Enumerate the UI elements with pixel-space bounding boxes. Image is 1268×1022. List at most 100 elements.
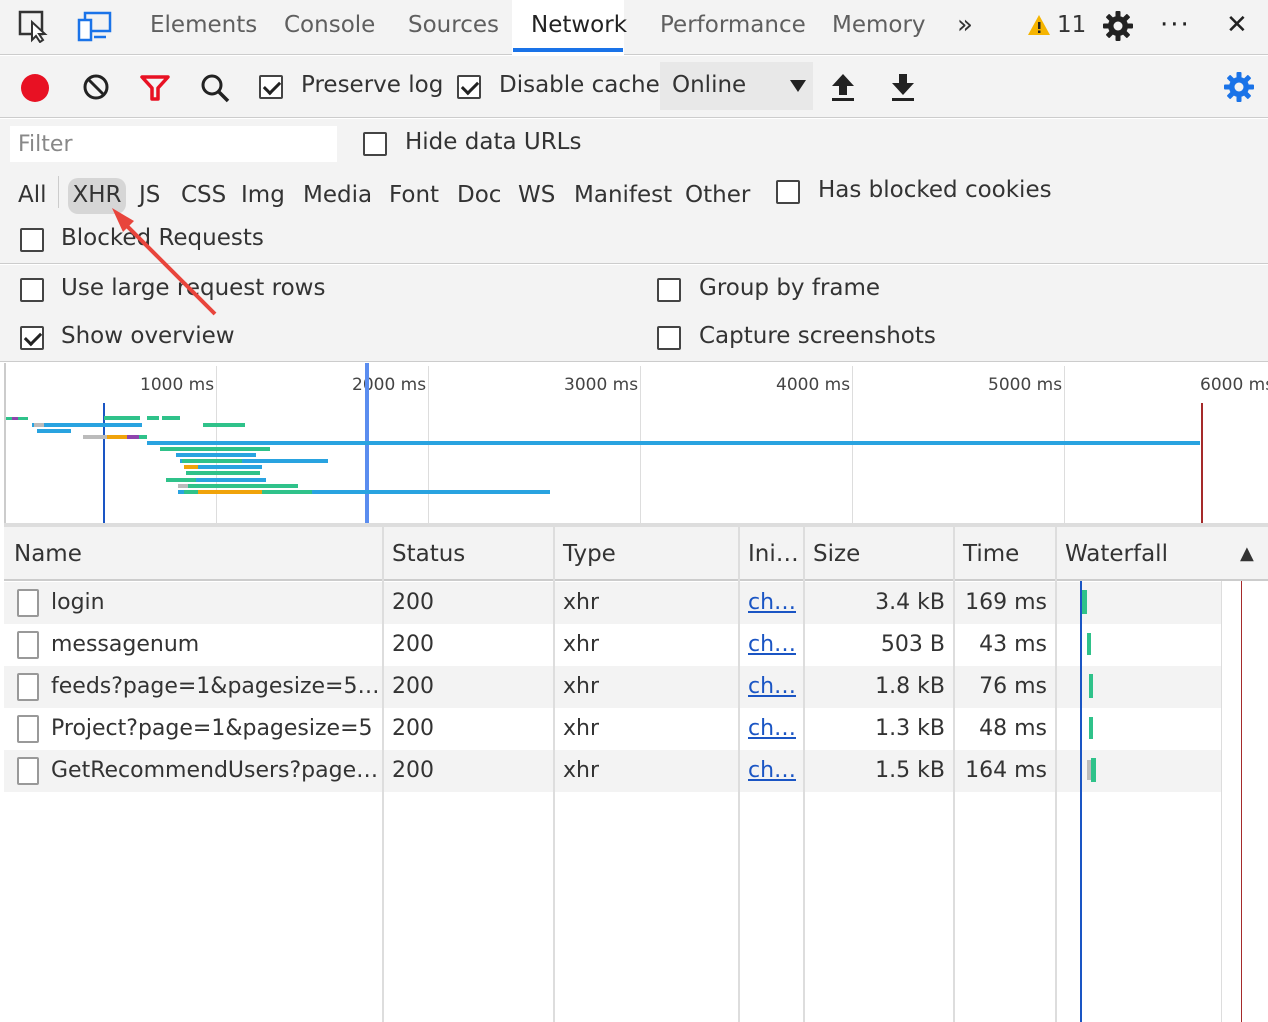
request-type: xhr xyxy=(563,716,600,741)
warning-icon xyxy=(1027,13,1051,41)
table-row[interactable]: Project?page=1&pagesize=5 200 xhr ch… 1.… xyxy=(4,708,1221,750)
request-type: xhr xyxy=(563,674,600,699)
more-tabs-button[interactable]: » xyxy=(957,0,973,54)
type-filter-ws[interactable]: WS xyxy=(518,178,555,214)
preserve-log-label: Preserve log xyxy=(301,72,444,98)
request-status: 200 xyxy=(392,590,434,615)
request-size: 1.3 kB xyxy=(875,716,945,741)
column-header-status[interactable]: Status xyxy=(392,527,465,581)
type-filter-all[interactable]: All xyxy=(18,178,47,214)
close-devtools-button[interactable]: ✕ xyxy=(1226,0,1248,54)
document-icon xyxy=(17,589,39,617)
type-filter-other[interactable]: Other xyxy=(685,178,750,214)
group-by-frame-label: Group by frame xyxy=(699,275,881,301)
table-row[interactable]: messagenum 200 xhr ch… 503 B 43 ms xyxy=(4,624,1221,666)
type-filter-img[interactable]: Img xyxy=(241,178,285,214)
tab-console[interactable]: Console xyxy=(284,0,375,54)
request-size: 503 B xyxy=(880,632,945,657)
sort-ascending-icon[interactable]: ▲ xyxy=(1240,527,1254,581)
export-har-icon[interactable] xyxy=(890,72,916,106)
request-status: 200 xyxy=(392,758,434,783)
has-blocked-cookies-label: Has blocked cookies xyxy=(818,177,1052,203)
column-header-time[interactable]: Time xyxy=(963,527,1019,581)
request-name: feeds?page=1&pagesize=5… xyxy=(51,674,380,699)
column-divider xyxy=(738,527,740,1022)
request-time: 169 ms xyxy=(965,590,1047,615)
column-header-initiator[interactable]: Ini… xyxy=(748,527,799,581)
request-initiator[interactable]: ch… xyxy=(748,624,796,666)
preserve-log-checkbox[interactable] xyxy=(259,75,283,99)
blocked-requests-label: Blocked Requests xyxy=(61,225,264,251)
request-initiator[interactable]: ch… xyxy=(748,750,796,792)
device-toolbar-icon[interactable] xyxy=(76,8,112,44)
waterfall-bar xyxy=(1089,674,1093,698)
tab-elements[interactable]: Elements xyxy=(150,0,257,54)
tab-network[interactable]: Network xyxy=(531,0,627,54)
request-status: 200 xyxy=(392,716,434,741)
network-settings-gear-icon[interactable] xyxy=(1223,71,1255,107)
dom-content-loaded-marker xyxy=(1080,581,1082,1022)
request-name: Project?page=1&pagesize=5 xyxy=(51,716,373,741)
column-header-waterfall[interactable]: Waterfall xyxy=(1065,527,1168,581)
inspect-element-icon[interactable] xyxy=(16,8,52,44)
waterfall-bar xyxy=(1089,717,1093,739)
disable-cache-checkbox[interactable] xyxy=(457,75,481,99)
column-header-name[interactable]: Name xyxy=(14,527,82,581)
request-name: GetRecommendUsers?page… xyxy=(51,758,379,783)
disable-cache-label: Disable cache xyxy=(499,72,660,98)
tab-memory[interactable]: Memory xyxy=(832,0,926,54)
throttle-select[interactable]: Online xyxy=(660,62,813,110)
request-type: xhr xyxy=(563,758,600,783)
type-filter-css[interactable]: CSS xyxy=(181,178,226,214)
load-event-marker xyxy=(1241,581,1242,1022)
throttle-value: Online xyxy=(672,72,747,98)
import-har-icon[interactable] xyxy=(830,72,856,106)
column-divider xyxy=(553,527,555,1022)
request-name: messagenum xyxy=(51,632,200,657)
warning-count[interactable]: 11 xyxy=(1057,0,1086,54)
tab-sources[interactable]: Sources xyxy=(408,0,499,54)
request-type: xhr xyxy=(563,632,600,657)
hide-data-urls-label: Hide data URLs xyxy=(405,129,582,155)
type-filter-font[interactable]: Font xyxy=(389,178,439,214)
type-filter-xhr[interactable]: XHR xyxy=(68,178,126,214)
request-initiator[interactable]: ch… xyxy=(748,666,796,708)
type-filter-manifest[interactable]: Manifest xyxy=(574,178,672,214)
document-icon xyxy=(17,631,39,659)
column-header-type[interactable]: Type xyxy=(563,527,616,581)
type-filter-media[interactable]: Media xyxy=(303,178,372,214)
large-rows-label: Use large request rows xyxy=(61,275,326,301)
clear-icon[interactable] xyxy=(82,73,110,105)
request-initiator[interactable]: ch… xyxy=(748,708,796,750)
filter-icon[interactable] xyxy=(140,74,170,106)
type-filter-js[interactable]: JS xyxy=(139,178,160,214)
table-row[interactable]: feeds?page=1&pagesize=5… 200 xhr ch… 1.8… xyxy=(4,666,1221,708)
table-row[interactable]: GetRecommendUsers?page… 200 xhr ch… 1.5 … xyxy=(4,750,1221,792)
settings-gear-icon[interactable] xyxy=(1100,8,1136,44)
capture-screenshots-checkbox[interactable] xyxy=(657,326,681,350)
filter-input[interactable] xyxy=(10,126,337,162)
column-header-size[interactable]: Size xyxy=(813,527,860,581)
column-divider xyxy=(1055,527,1057,1022)
document-icon xyxy=(17,715,39,743)
show-overview-checkbox[interactable] xyxy=(20,326,44,350)
waterfall-bar xyxy=(1082,590,1087,614)
column-divider xyxy=(803,527,805,1022)
type-filter-doc[interactable]: Doc xyxy=(457,178,501,214)
record-icon[interactable] xyxy=(21,74,49,102)
hide-data-urls-checkbox[interactable] xyxy=(363,132,387,156)
more-options-menu[interactable]: ··· xyxy=(1160,0,1191,54)
request-initiator[interactable]: ch… xyxy=(748,582,796,624)
group-by-frame-checkbox[interactable] xyxy=(657,278,681,302)
request-size: 1.8 kB xyxy=(875,674,945,699)
request-status: 200 xyxy=(392,632,434,657)
search-icon[interactable] xyxy=(199,72,231,108)
request-name: login xyxy=(51,590,105,615)
table-row[interactable]: login 200 xhr ch… 3.4 kB 169 ms xyxy=(4,582,1221,624)
large-rows-checkbox[interactable] xyxy=(20,278,44,302)
has-blocked-cookies-checkbox[interactable] xyxy=(776,180,800,204)
blocked-requests-checkbox[interactable] xyxy=(20,228,44,252)
request-time: 43 ms xyxy=(979,632,1047,657)
tab-performance[interactable]: Performance xyxy=(660,0,806,54)
waterfall-bar xyxy=(1091,758,1096,782)
